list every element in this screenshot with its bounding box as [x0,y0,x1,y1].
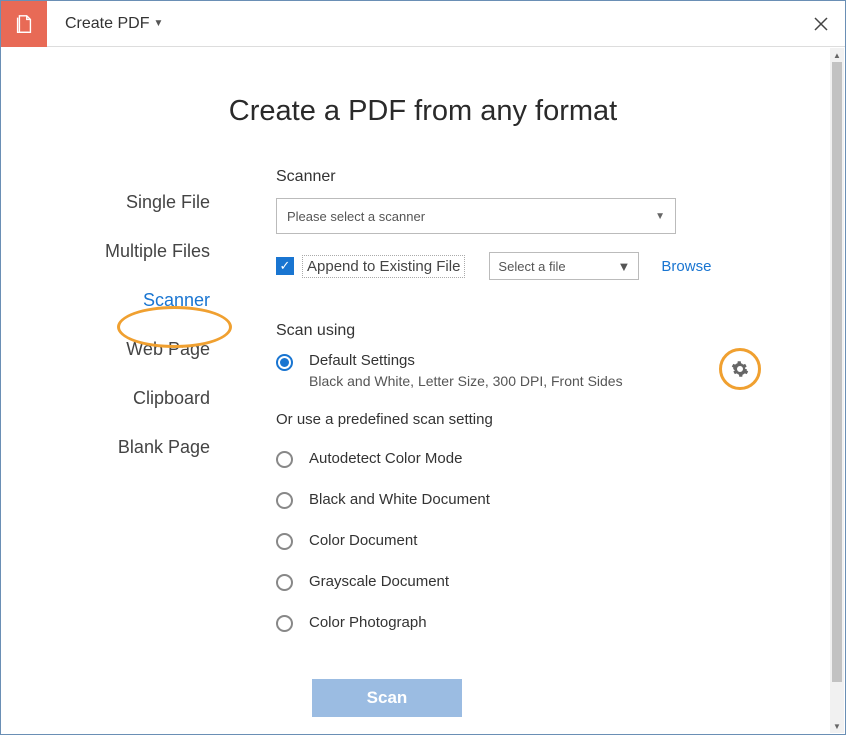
sidebar-item-multiple-files[interactable]: Multiple Files [85,227,230,276]
default-settings-label: Default Settings [309,352,623,369]
scanner-section-label: Scanner [276,168,755,186]
close-button[interactable] [797,1,845,47]
title-text: Create PDF [65,15,149,33]
browse-link[interactable]: Browse [661,258,711,275]
chevron-down-icon: ▼ [655,211,665,222]
chevron-down-icon: ▼ [618,259,631,274]
predefined-label: Or use a predefined scan setting [276,411,755,428]
file-select[interactable]: Select a file ▼ [489,252,639,280]
scan-using-section: Scan using Default Settings Black and Wh… [276,322,755,717]
radio-color-photo[interactable] [276,615,293,632]
default-settings-radio[interactable] [276,354,293,371]
option-label: Color Document [309,532,417,549]
scanner-select-text: Please select a scanner [287,209,425,224]
default-settings-detail: Black and White, Letter Size, 300 DPI, F… [309,373,623,389]
option-color-photo: Color Photograph [276,602,755,643]
append-row: ✓ Append to Existing File Select a file … [276,252,755,280]
sidebar-item-clipboard[interactable]: Clipboard [113,374,230,423]
radio-grayscale[interactable] [276,574,293,591]
option-bw-document: Black and White Document [276,479,755,520]
option-label: Color Photograph [309,614,427,631]
append-checkbox[interactable]: ✓ [276,257,294,275]
app-icon [1,1,47,47]
option-label: Grayscale Document [309,573,449,590]
radio-bw-document[interactable] [276,492,293,509]
sidebar-item-blank-page[interactable]: Blank Page [98,423,230,472]
scan-using-label: Scan using [276,322,755,340]
title-bar-title[interactable]: Create PDF ▼ [47,15,163,33]
sidebar-item-scanner[interactable]: Scanner [123,276,230,325]
sidebar: Single File Multiple Files Scanner Web P… [1,168,246,717]
scroll-down-icon[interactable]: ▼ [830,719,844,733]
sidebar-item-web-page[interactable]: Web Page [106,325,230,374]
sidebar-item-single-file[interactable]: Single File [106,178,230,227]
option-label: Black and White Document [309,491,490,508]
scrollbar-thumb[interactable] [832,62,842,682]
radio-color-document[interactable] [276,533,293,550]
settings-gear-button[interactable] [725,354,755,384]
scan-button[interactable]: Scan [312,679,462,717]
option-autodetect: Autodetect Color Mode [276,438,755,479]
content-area: Create a PDF from any format Single File… [1,47,845,734]
default-settings-row: Default Settings Black and White, Letter… [276,352,755,389]
option-label: Autodetect Color Mode [309,450,462,467]
scrollbar[interactable]: ▲ ▼ [830,48,844,733]
chevron-down-icon: ▼ [153,18,163,29]
append-label[interactable]: Append to Existing File [302,255,465,278]
scroll-up-icon[interactable]: ▲ [830,48,844,62]
title-bar: Create PDF ▼ [1,1,845,47]
page-heading: Create a PDF from any format [1,95,845,128]
main-layout: Single File Multiple Files Scanner Web P… [1,168,845,717]
option-color-document: Color Document [276,520,755,561]
file-select-text: Select a file [498,259,565,274]
form-area: Scanner Please select a scanner ▼ ✓ Appe… [246,168,815,717]
option-grayscale: Grayscale Document [276,561,755,602]
scanner-select[interactable]: Please select a scanner ▼ [276,198,676,234]
radio-autodetect[interactable] [276,451,293,468]
